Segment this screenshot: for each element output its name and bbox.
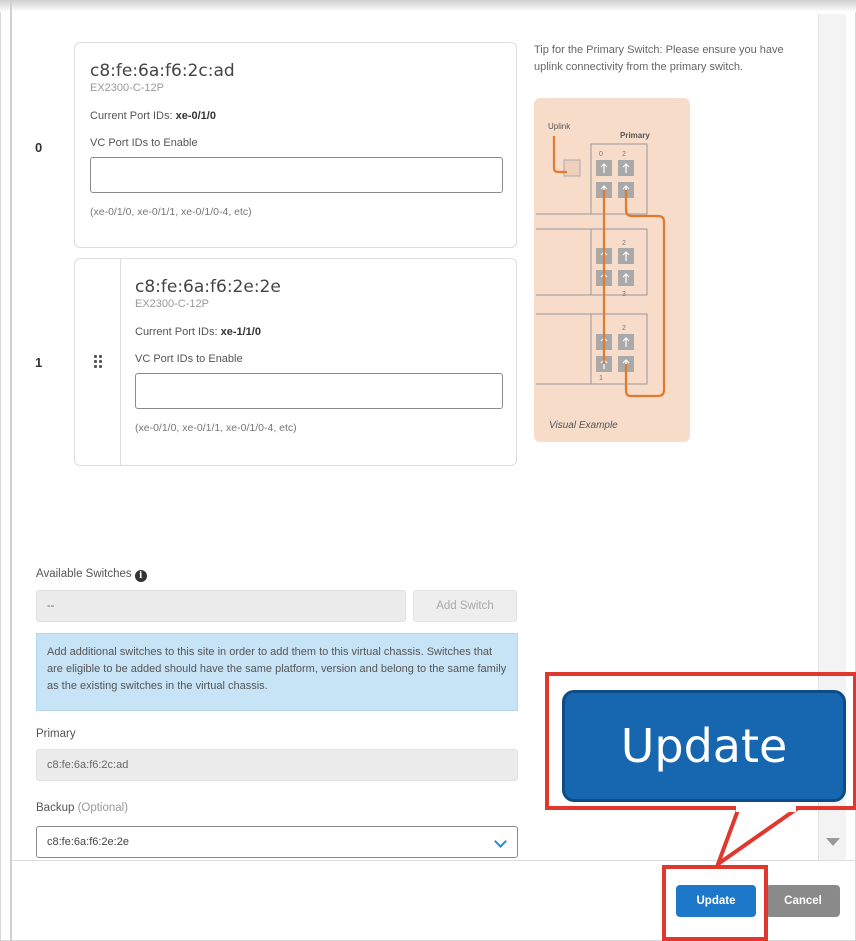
available-switches-label: Available Switches i bbox=[36, 568, 147, 582]
port-number: 1 bbox=[599, 375, 603, 382]
visual-example-caption: Visual Example bbox=[549, 420, 618, 431]
add-switch-button[interactable]: Add Switch bbox=[413, 590, 517, 622]
member-mac: c8:fe:6a:f6:2e:2e bbox=[135, 277, 281, 297]
port-number: 0 bbox=[599, 151, 603, 158]
primary-switch-tip: Tip for the Primary Switch: Please ensur… bbox=[534, 44, 784, 73]
scroll-down-arrow-icon[interactable] bbox=[826, 838, 840, 846]
drag-handle[interactable] bbox=[75, 259, 121, 465]
primary-label: Primary bbox=[36, 728, 76, 740]
current-port-ids: Current Port IDs: xe-0/1/0 bbox=[90, 110, 216, 122]
backup-select-value: c8:fe:6a:f6:2e:2e bbox=[47, 836, 129, 848]
member-index: 0 bbox=[35, 140, 43, 155]
drag-grip-icon[interactable] bbox=[94, 355, 104, 369]
uplink-label: Uplink bbox=[548, 122, 571, 131]
available-switches-select[interactable]: -- bbox=[36, 590, 406, 622]
port-number: 3 bbox=[622, 291, 626, 298]
vc-port-ids-hint: (xe-0/1/0, xe-0/1/1, xe-0/1/0-4, etc) bbox=[135, 422, 297, 434]
info-icon[interactable]: i bbox=[134, 570, 147, 582]
primary-label: Primary bbox=[620, 131, 650, 140]
chevron-down-icon[interactable] bbox=[494, 835, 507, 848]
vc-port-ids-hint: (xe-0/1/0, xe-0/1/1, xe-0/1/0-4, etc) bbox=[90, 206, 252, 218]
backup-select[interactable]: c8:fe:6a:f6:2e:2e bbox=[36, 826, 518, 858]
member-card: c8:fe:6a:f6:2c:ad EX2300-C-12P Current P… bbox=[74, 42, 517, 248]
left-border bbox=[10, 0, 12, 941]
current-port-ids-value: xe-1/1/0 bbox=[220, 326, 261, 338]
member-index: 1 bbox=[35, 355, 43, 370]
callout-update-label: Update bbox=[562, 690, 846, 802]
vc-port-ids-label: VC Port IDs to Enable bbox=[135, 353, 243, 365]
visual-example-diagram: Uplink Primary 0 2 2 3 2 1 Visual Exampl… bbox=[534, 98, 690, 442]
vc-port-ids-input[interactable] bbox=[135, 373, 503, 409]
virtual-chassis-diagram: Uplink Primary 0 2 2 3 2 1 Visual Exampl… bbox=[536, 122, 666, 431]
member-mac: c8:fe:6a:f6:2c:ad bbox=[90, 61, 235, 81]
vc-port-ids-input[interactable] bbox=[90, 157, 503, 193]
vc-port-ids-label: VC Port IDs to Enable bbox=[90, 137, 198, 149]
current-port-ids-value: xe-0/1/0 bbox=[175, 110, 216, 122]
uplink-port bbox=[563, 159, 581, 177]
member-card: c8:fe:6a:f6:2e:2e EX2300-C-12P Current P… bbox=[74, 258, 517, 466]
port-number: 2 bbox=[622, 240, 626, 247]
top-shadow bbox=[0, 0, 856, 12]
callout-target-frame bbox=[662, 865, 768, 941]
member-model: EX2300-C-12P bbox=[135, 298, 209, 310]
primary-field: c8:fe:6a:f6:2c:ad bbox=[36, 749, 518, 781]
add-switches-info-banner: Add additional switches to this site in … bbox=[36, 633, 518, 711]
current-port-ids: Current Port IDs: xe-1/1/0 bbox=[135, 326, 261, 338]
port-number: 2 bbox=[622, 325, 626, 332]
cancel-button[interactable]: Cancel bbox=[766, 885, 840, 917]
member-model: EX2300-C-12P bbox=[90, 82, 164, 94]
footer-divider bbox=[12, 860, 856, 861]
backup-label: Backup (Optional) bbox=[36, 802, 129, 814]
port-number: 2 bbox=[622, 151, 626, 158]
